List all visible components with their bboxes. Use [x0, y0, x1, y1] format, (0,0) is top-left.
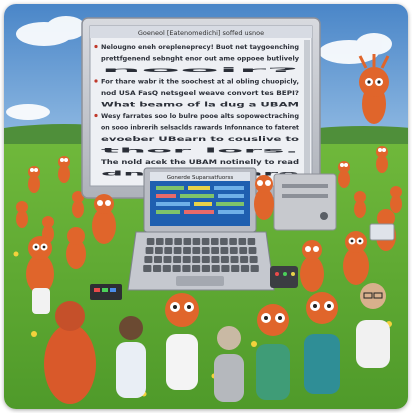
keyboard-key[interactable]: [201, 238, 210, 245]
keyboard-key[interactable]: [230, 256, 239, 263]
keyboard-key[interactable]: [146, 238, 155, 245]
keyboard-key[interactable]: [201, 265, 210, 272]
keyboard-key[interactable]: [174, 238, 182, 245]
keyboard-key[interactable]: [211, 247, 219, 254]
keyboard-key[interactable]: [250, 265, 259, 272]
monitor-text-line: Wesy farrates soo lo bulre pooe alts sop…: [101, 113, 299, 120]
monitor-text-line: on sooo inbrerih selsaclds rawards Infon…: [101, 125, 299, 132]
monitor-bullet: [94, 44, 98, 49]
keyboard-key[interactable]: [143, 265, 152, 272]
keyboard-key[interactable]: [183, 238, 192, 245]
laptop-touchpad[interactable]: [176, 276, 224, 286]
monitor-text-line: What beamo of la dug a UBAM: [101, 102, 299, 109]
laptop: Gonerde Suparsatfuorss: [127, 167, 275, 291]
keyboard-key[interactable]: [192, 256, 201, 263]
monitor-text-line: For thare wabr it the soochest at al obl…: [101, 79, 299, 86]
keyboard-key[interactable]: [155, 247, 163, 254]
keyboard-key[interactable]: [172, 265, 181, 272]
monitor-text-line: nooir?: [101, 67, 303, 74]
keyboard-key[interactable]: [220, 247, 229, 254]
keyboard-key[interactable]: [162, 265, 171, 272]
monitor-text-line: Nelougno eneh orepleneprecy! Buot net ta…: [101, 44, 299, 51]
monitor-window-title: Goeneol [Eatenomedichi] soffed usnoe: [138, 29, 264, 37]
keyboard-key[interactable]: [163, 256, 172, 263]
keyboard-key[interactable]: [173, 256, 182, 263]
keyboard-key[interactable]: [201, 247, 210, 254]
keyboard-key[interactable]: [164, 247, 173, 254]
keyboard-key[interactable]: [220, 238, 228, 245]
keyboard-key[interactable]: [239, 247, 248, 254]
keyboard-key[interactable]: [145, 247, 154, 254]
keyboard-key[interactable]: [201, 256, 210, 263]
keyboard-key[interactable]: [156, 238, 164, 245]
laptop-window-title: Gonerde Suparsatfuorss: [167, 175, 234, 181]
monitor-text-line: nod USA FasQ netsgeel weave convort tes …: [101, 90, 299, 97]
keyboard-key[interactable]: [192, 247, 201, 254]
monitor-scrollbar[interactable]: [304, 40, 310, 184]
keyboard-key[interactable]: [144, 256, 153, 263]
keyboard-key[interactable]: [231, 265, 240, 272]
monitor-text-line: thor lors.: [101, 148, 299, 155]
keyboard-key[interactable]: [240, 256, 249, 263]
keyboard-key[interactable]: [153, 265, 162, 272]
keyboard-key[interactable]: [192, 265, 201, 272]
keyboard-key[interactable]: [229, 238, 237, 245]
desktop-tower: [273, 173, 337, 231]
keyboard-key[interactable]: [182, 265, 191, 272]
scene: Goeneol [Eatenomedichi] soffed usnoe Nel…: [4, 4, 408, 409]
keyboard-key[interactable]: [173, 247, 182, 254]
monitor-text-line: prettfgenend sebnght enor out ame oppoee…: [101, 56, 299, 63]
keyboard-key[interactable]: [240, 265, 250, 272]
handheld-device: [270, 266, 298, 288]
keyboard-key[interactable]: [211, 256, 220, 263]
keyboard-key[interactable]: [183, 247, 191, 254]
keyboard-key[interactable]: [249, 256, 258, 263]
monitor-bullet: [94, 79, 98, 83]
keyboard-key[interactable]: [220, 256, 229, 263]
keyboard-key[interactable]: [182, 256, 191, 263]
phone-device: [90, 284, 122, 300]
monitor-bullet: [94, 113, 98, 118]
keyboard-key[interactable]: [211, 238, 219, 245]
monitor-text-line: The nold acek the UBAM notinelly to read: [101, 159, 299, 166]
keyboard-key[interactable]: [248, 247, 257, 254]
keyboard-key[interactable]: [221, 265, 230, 272]
keyboard-key[interactable]: [165, 238, 173, 245]
keyboard-key[interactable]: [154, 256, 162, 263]
keyboard-key[interactable]: [247, 238, 256, 245]
antenna-creature: [358, 54, 390, 124]
illustration-frame: Goeneol [Eatenomedichi] soffed usnoe Nel…: [4, 4, 408, 409]
monitor-text-line: evoeber UBearn to couslive to: [101, 136, 299, 143]
keyboard-key[interactable]: [229, 247, 238, 254]
keyboard-key[interactable]: [211, 265, 220, 272]
keyboard-key[interactable]: [192, 238, 201, 245]
keyboard-key[interactable]: [238, 238, 247, 245]
